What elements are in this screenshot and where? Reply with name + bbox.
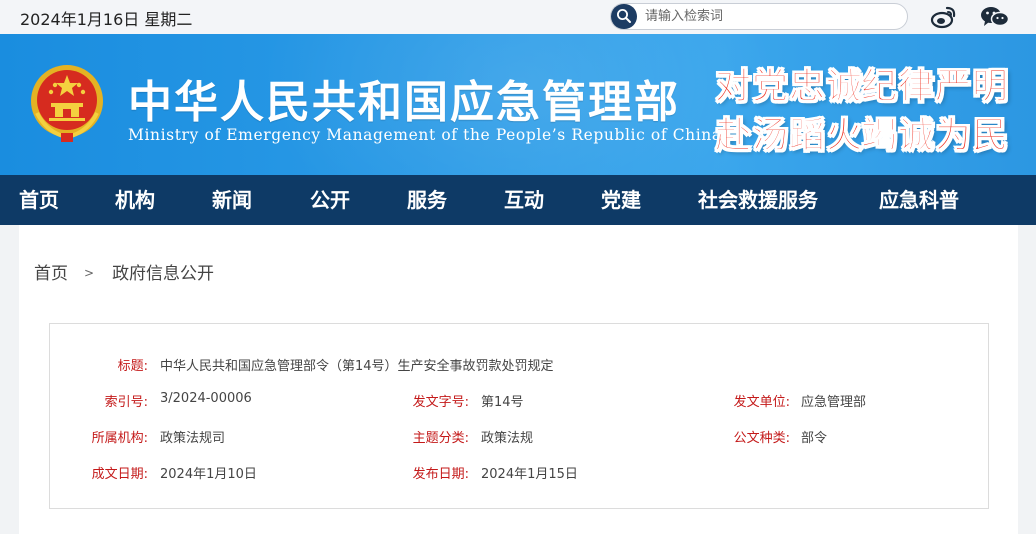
current-date: 2024年1月16日 星期二 bbox=[20, 10, 193, 29]
title-value: 中华人民共和国应急管理部令（第14号）生产安全事故罚款处罚规定 bbox=[160, 359, 554, 374]
organization-label: 所属机构: bbox=[91, 431, 148, 446]
index-value: 3/2024-00006 bbox=[160, 391, 252, 406]
wechat-icon[interactable] bbox=[980, 5, 1010, 29]
written-date-value: 2024年1月10日 bbox=[160, 467, 257, 482]
topic-value: 政策法规 bbox=[481, 431, 534, 446]
weibo-icon[interactable] bbox=[930, 5, 958, 29]
breadcrumb-current[interactable]: 政府信息公开 bbox=[112, 264, 214, 284]
nav-home[interactable]: 首页 bbox=[19, 175, 59, 225]
document-info-box: 标题: 中华人民共和国应急管理部令（第14号）生产安全事故罚款处罚规定 索引号:… bbox=[49, 323, 989, 509]
main-nav: 首页 机构 新闻 公开 服务 互动 党建 社会救援服务 应急科普 bbox=[0, 175, 1036, 225]
topic-label: 主题分类: bbox=[412, 431, 469, 446]
nav-services[interactable]: 服务 bbox=[407, 175, 447, 225]
issuer-value: 应急管理部 bbox=[801, 395, 867, 410]
nav-emergency-science[interactable]: 应急科普 bbox=[879, 175, 959, 225]
written-date-label: 成文日期: bbox=[91, 467, 148, 482]
index-label: 索引号: bbox=[104, 395, 148, 410]
search-box[interactable] bbox=[610, 3, 908, 30]
organization-value: 政策法规司 bbox=[160, 431, 226, 446]
search-button[interactable] bbox=[611, 4, 637, 29]
slogan-1: 对党忠诚 bbox=[714, 65, 864, 108]
slogan-2: 纪律严明 bbox=[860, 65, 1010, 108]
header-banner: 中华人民共和国应急管理部 Ministry of Emergency Manag… bbox=[0, 34, 1036, 175]
nav-organization[interactable]: 机构 bbox=[115, 175, 155, 225]
breadcrumb-separator: > bbox=[84, 266, 95, 280]
doc-type-value: 部令 bbox=[801, 431, 828, 446]
search-icon bbox=[617, 9, 631, 23]
top-bar: 2024年1月16日 星期二 bbox=[0, 0, 1036, 34]
title-label: 标题: bbox=[117, 359, 148, 374]
slogan-4: 竭诚为民 bbox=[860, 114, 1010, 157]
slogan-3: 赴汤蹈火 bbox=[714, 114, 864, 157]
breadcrumb-home[interactable]: 首页 bbox=[34, 264, 68, 284]
nav-news[interactable]: 新闻 bbox=[212, 175, 252, 225]
nav-rescue-services[interactable]: 社会救援服务 bbox=[698, 175, 818, 225]
doc-number-value: 第14号 bbox=[481, 395, 524, 410]
doc-type-label: 公文种类: bbox=[733, 431, 790, 446]
site-title[interactable]: 中华人民共和国应急管理部 bbox=[128, 66, 680, 130]
nav-disclosure[interactable]: 公开 bbox=[310, 175, 350, 225]
publish-date-label: 发布日期: bbox=[412, 467, 469, 482]
breadcrumb: 首页 > 政府信息公开 bbox=[34, 259, 214, 284]
issuer-label: 发文单位: bbox=[733, 395, 790, 410]
nav-party[interactable]: 党建 bbox=[601, 175, 641, 225]
publish-date-value: 2024年1月15日 bbox=[481, 467, 578, 482]
nav-interaction[interactable]: 互动 bbox=[504, 175, 544, 225]
search-input[interactable] bbox=[645, 7, 895, 26]
doc-number-label: 发文字号: bbox=[412, 395, 469, 410]
site-subtitle: Ministry of Emergency Management of the … bbox=[128, 126, 722, 144]
national-emblem-icon[interactable] bbox=[27, 61, 107, 145]
